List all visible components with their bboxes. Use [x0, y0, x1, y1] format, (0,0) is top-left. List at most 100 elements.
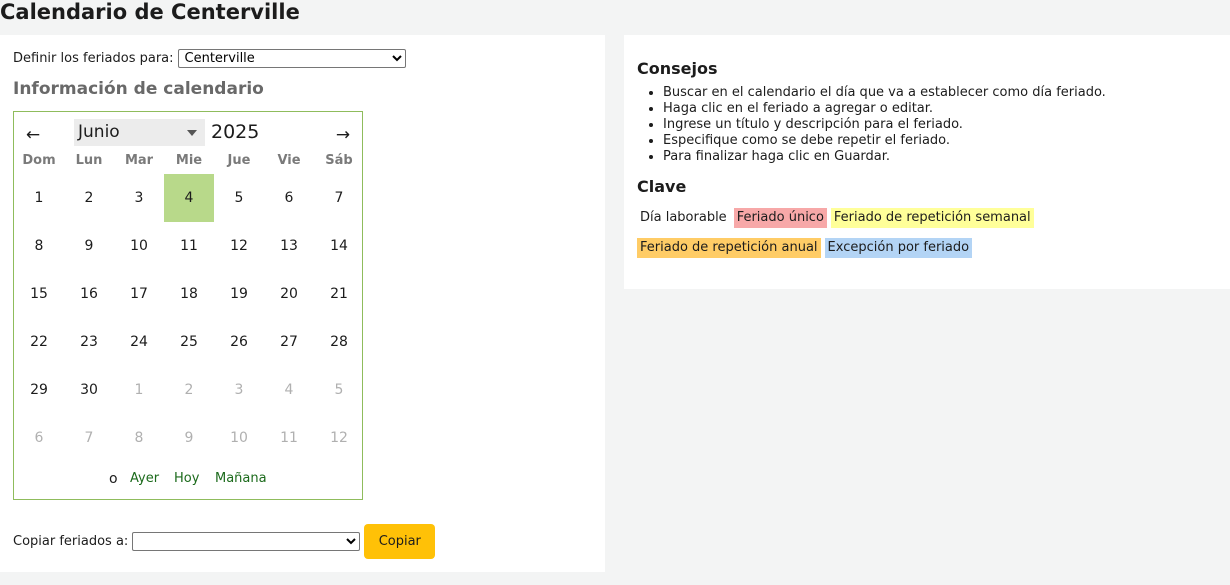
- calendar-day[interactable]: 10: [214, 414, 264, 462]
- calendar-day-number: 5: [334, 382, 344, 398]
- calendar-day-number: 7: [334, 190, 344, 206]
- calendar-day-number: 10: [130, 238, 148, 254]
- calendar-day-number: 2: [184, 382, 194, 398]
- calendar-day-number: 17: [130, 286, 148, 302]
- copy-button[interactable]: Copiar: [364, 524, 436, 559]
- calendar-day[interactable]: 15: [14, 270, 64, 318]
- calendar-day[interactable]: 29: [14, 366, 64, 414]
- calendar-day[interactable]: 23: [64, 318, 114, 366]
- calendar-day[interactable]: 3: [114, 174, 164, 222]
- month-select[interactable]: Junio: [74, 119, 205, 146]
- quick-date-links: o Ayer Hoy Mañana: [14, 470, 364, 488]
- calendar-week-row: 8 9 10 11 12 13 14: [14, 222, 364, 270]
- today-link[interactable]: Hoy: [174, 471, 199, 486]
- calendar-day[interactable]: 7: [314, 174, 364, 222]
- weekday-label: Mar: [124, 153, 154, 168]
- calendar-day[interactable]: 2: [164, 366, 214, 414]
- calendar-day[interactable]: 11: [264, 414, 314, 462]
- calendar-day[interactable]: 9: [164, 414, 214, 462]
- calendar-day[interactable]: 22: [14, 318, 64, 366]
- calendar-day[interactable]: 20: [264, 270, 314, 318]
- calendar-day-number: 4: [184, 190, 194, 206]
- calendar-day[interactable]: 3: [214, 366, 264, 414]
- calendar-day-number: 22: [30, 334, 48, 350]
- calendar-day-number: 7: [84, 430, 94, 446]
- calendar-day[interactable]: 30: [64, 366, 114, 414]
- calendar-day[interactable]: 19: [214, 270, 264, 318]
- calendar-day[interactable]: 1: [14, 174, 64, 222]
- yesterday-link[interactable]: Ayer: [130, 471, 159, 486]
- calendar-day-number: 8: [34, 238, 44, 254]
- calendar-day[interactable]: 4: [264, 366, 314, 414]
- calendar-day[interactable]: 24: [114, 318, 164, 366]
- define-holidays-row: Definir los feriados para: Centerville: [13, 48, 406, 68]
- weekday-label: Vie: [277, 153, 301, 168]
- calendar-day[interactable]: 16: [64, 270, 114, 318]
- calendar-day-number: 15: [30, 286, 48, 302]
- tip-item: Para finalizar haga clic en Guardar.: [663, 149, 1106, 165]
- calendar-day[interactable]: 5: [314, 366, 364, 414]
- define-holidays-label: Definir los feriados para:: [13, 50, 174, 66]
- calendar-week-row: 22 23 24 25 26 27 28: [14, 318, 364, 366]
- calendar-day-number: 30: [80, 382, 98, 398]
- tomorrow-link[interactable]: Mañana: [215, 471, 267, 486]
- key-weekly-holiday: Feriado de repetición semanal: [830, 208, 1034, 228]
- calendar-day-number: 2: [84, 190, 94, 206]
- calendar-day[interactable]: 7: [64, 414, 114, 462]
- calendar-day[interactable]: 8: [14, 222, 64, 270]
- datepicker: ← Junio 2025 → Dom Lun Mar Mie Jue Vie Sáb 123…: [13, 111, 363, 500]
- calendar-day[interactable]: 8: [114, 414, 164, 462]
- weekday-label: Mie: [175, 153, 203, 168]
- calendar-day[interactable]: 26: [214, 318, 264, 366]
- calendar-day-number: 5: [234, 190, 244, 206]
- calendar-day-number: 10: [230, 430, 248, 446]
- key-title: Clave: [637, 177, 687, 196]
- calendar-day-number: 3: [234, 382, 244, 398]
- calendar-day-selected[interactable]: 4: [164, 174, 214, 222]
- calendar-day-number: 18: [180, 286, 198, 302]
- calendar-day-number: 9: [84, 238, 94, 254]
- calendar-day[interactable]: 6: [264, 174, 314, 222]
- calendar-day[interactable]: 11: [164, 222, 214, 270]
- weekday-label: Jue: [227, 153, 251, 168]
- calendar-week-row: 29 30 1 2 3 4 5: [14, 366, 364, 414]
- help-panel: Consejos Buscar en el calendario el día …: [624, 35, 1230, 289]
- calendar-day[interactable]: 12: [214, 222, 264, 270]
- calendar-day-number: 12: [230, 238, 248, 254]
- calendar-day[interactable]: 25: [164, 318, 214, 366]
- calendar-day-number: 4: [284, 382, 294, 398]
- calendar-day[interactable]: 6: [14, 414, 64, 462]
- calendar-day-number: 28: [330, 334, 348, 350]
- arrow-right-icon[interactable]: →: [331, 122, 355, 147]
- calendar-day[interactable]: 13: [264, 222, 314, 270]
- library-select[interactable]: Centerville: [177, 48, 406, 68]
- calendar-day[interactable]: 27: [264, 318, 314, 366]
- calendar-day-number: 19: [230, 286, 248, 302]
- tip-item: Buscar en el calendario el día que va a …: [663, 85, 1106, 101]
- calendar-day[interactable]: 9: [64, 222, 114, 270]
- copy-target-select[interactable]: [132, 532, 361, 551]
- calendar-day[interactable]: 17: [114, 270, 164, 318]
- calendar-day[interactable]: 14: [314, 222, 364, 270]
- calendar-day-number: 3: [134, 190, 144, 206]
- calendar-day-number: 8: [134, 430, 144, 446]
- calendar-day-number: 1: [34, 190, 44, 206]
- weekday-header: Dom Lun Mar Mie Jue Vie Sáb: [14, 153, 364, 168]
- tips-list: Buscar en el calendario el día que va a …: [637, 85, 1106, 165]
- calendar-day[interactable]: 21: [314, 270, 364, 318]
- calendar-day[interactable]: 5: [214, 174, 264, 222]
- calendar-day[interactable]: 28: [314, 318, 364, 366]
- copy-holidays-label: Copiar feriados a:: [13, 534, 129, 549]
- calendar-day[interactable]: 1: [114, 366, 164, 414]
- calendar-day-number: 6: [34, 430, 44, 446]
- calendar-day[interactable]: 18: [164, 270, 214, 318]
- calendar-day[interactable]: 10: [114, 222, 164, 270]
- calendar-day[interactable]: 12: [314, 414, 364, 462]
- key-working-day: Día laborable: [637, 208, 730, 228]
- year-label: 2025: [211, 121, 260, 143]
- key-exception: Excepción por feriado: [824, 238, 973, 258]
- calendar-day-number: 27: [280, 334, 298, 350]
- weekday-label: Dom: [22, 153, 56, 168]
- arrow-left-icon[interactable]: ←: [21, 122, 45, 147]
- calendar-day[interactable]: 2: [64, 174, 114, 222]
